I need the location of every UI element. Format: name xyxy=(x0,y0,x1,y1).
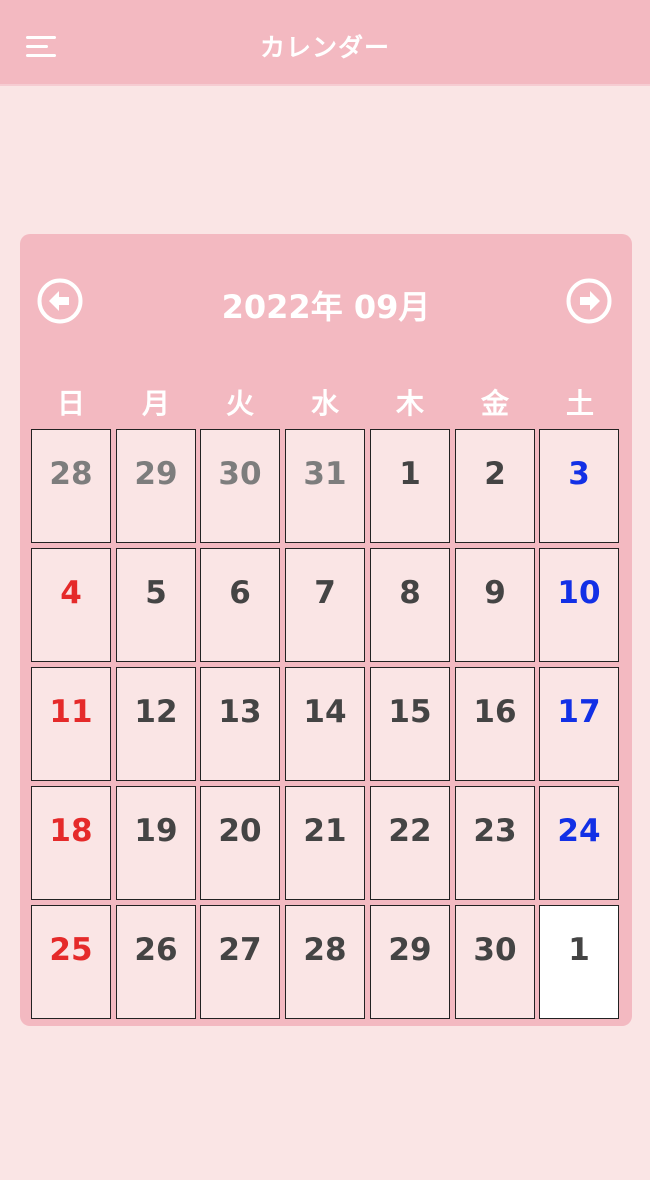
day-number: 10 xyxy=(557,575,601,611)
day-cell[interactable]: 20 xyxy=(200,786,280,900)
arrow-right-circle-icon xyxy=(566,278,612,324)
day-cell[interactable]: 30 xyxy=(200,429,280,543)
day-cell[interactable]: 25 xyxy=(31,905,111,1019)
day-cell[interactable]: 3 xyxy=(539,429,619,543)
day-number: 11 xyxy=(49,694,93,730)
month-title: 2022年 09月 xyxy=(221,288,431,326)
weekday-wed: 水 xyxy=(310,387,339,420)
day-cell[interactable]: 10 xyxy=(539,548,619,662)
day-number: 13 xyxy=(218,694,262,730)
weekday-sun: 日 xyxy=(56,387,85,420)
day-number: 3 xyxy=(568,456,590,492)
weekday-fri: 金 xyxy=(480,387,509,420)
next-month-button[interactable] xyxy=(566,278,612,324)
weekday-mon: 月 xyxy=(141,387,170,420)
day-cell[interactable]: 6 xyxy=(200,548,280,662)
day-number: 5 xyxy=(145,575,167,611)
day-cell[interactable]: 22 xyxy=(370,786,450,900)
day-cell[interactable]: 28 xyxy=(31,429,111,543)
weekday-tue: 火 xyxy=(225,387,254,420)
day-cell[interactable]: 8 xyxy=(370,548,450,662)
day-cell[interactable]: 29 xyxy=(370,905,450,1019)
calendar-header: 2022年 09月 xyxy=(20,234,632,368)
day-cell[interactable]: 1 xyxy=(370,429,450,543)
day-cell[interactable]: 4 xyxy=(31,548,111,662)
day-number: 7 xyxy=(314,575,336,611)
day-cell[interactable]: 16 xyxy=(455,667,535,781)
day-cell[interactable]: 11 xyxy=(31,667,111,781)
day-number: 16 xyxy=(473,694,517,730)
day-number: 2 xyxy=(484,456,506,492)
day-number: 29 xyxy=(388,932,432,968)
day-number: 17 xyxy=(557,694,601,730)
day-number: 1 xyxy=(568,932,590,968)
day-number: 6 xyxy=(229,575,251,611)
day-cell[interactable]: 18 xyxy=(31,786,111,900)
day-cell[interactable]: 30 xyxy=(455,905,535,1019)
day-cell[interactable]: 17 xyxy=(539,667,619,781)
day-number: 30 xyxy=(218,456,262,492)
day-cell[interactable]: 9 xyxy=(455,548,535,662)
day-cell[interactable]: 26 xyxy=(116,905,196,1019)
day-number: 22 xyxy=(388,813,432,849)
day-cell[interactable]: 1 xyxy=(539,905,619,1019)
day-cell[interactable]: 23 xyxy=(455,786,535,900)
day-cell[interactable]: 28 xyxy=(285,905,365,1019)
day-cell[interactable]: 15 xyxy=(370,667,450,781)
calendar-card: 2022年 09月 日 月 火 水 木 金 土 28 29 30 31 1 2 3 4 5 6 7 8… xyxy=(20,234,632,1026)
day-number: 30 xyxy=(473,932,517,968)
app-title: カレンダー xyxy=(259,33,390,62)
weekday-header-row: 日 月 火 水 木 金 土 xyxy=(30,382,622,422)
day-number: 9 xyxy=(484,575,506,611)
day-number: 28 xyxy=(303,932,347,968)
day-number: 14 xyxy=(303,694,347,730)
day-number: 21 xyxy=(303,813,347,849)
day-cell[interactable]: 21 xyxy=(285,786,365,900)
weekday-sat: 土 xyxy=(565,387,594,420)
day-cell[interactable]: 31 xyxy=(285,429,365,543)
day-number: 12 xyxy=(134,694,178,730)
top-app-bar: カレンダー xyxy=(0,0,650,86)
day-cell[interactable]: 27 xyxy=(200,905,280,1019)
day-number: 27 xyxy=(218,932,262,968)
day-cell[interactable]: 13 xyxy=(200,667,280,781)
day-cell[interactable]: 14 xyxy=(285,667,365,781)
day-number: 20 xyxy=(218,813,262,849)
day-number: 15 xyxy=(388,694,432,730)
weekday-thu: 木 xyxy=(395,387,424,420)
day-cell[interactable]: 2 xyxy=(455,429,535,543)
day-number: 8 xyxy=(399,575,421,611)
day-number: 28 xyxy=(49,456,93,492)
day-number: 18 xyxy=(49,813,93,849)
day-cell[interactable]: 12 xyxy=(116,667,196,781)
day-number: 4 xyxy=(60,575,82,611)
day-cell[interactable]: 29 xyxy=(116,429,196,543)
day-number: 23 xyxy=(473,813,517,849)
day-cell[interactable]: 5 xyxy=(116,548,196,662)
day-cell[interactable]: 24 xyxy=(539,786,619,900)
day-number: 29 xyxy=(134,456,178,492)
day-number: 1 xyxy=(399,456,421,492)
day-cell[interactable]: 7 xyxy=(285,548,365,662)
day-number: 25 xyxy=(49,932,93,968)
day-number: 26 xyxy=(134,932,178,968)
day-cell[interactable]: 19 xyxy=(116,786,196,900)
day-number: 31 xyxy=(303,456,347,492)
day-number: 24 xyxy=(557,813,601,849)
day-number: 19 xyxy=(134,813,178,849)
